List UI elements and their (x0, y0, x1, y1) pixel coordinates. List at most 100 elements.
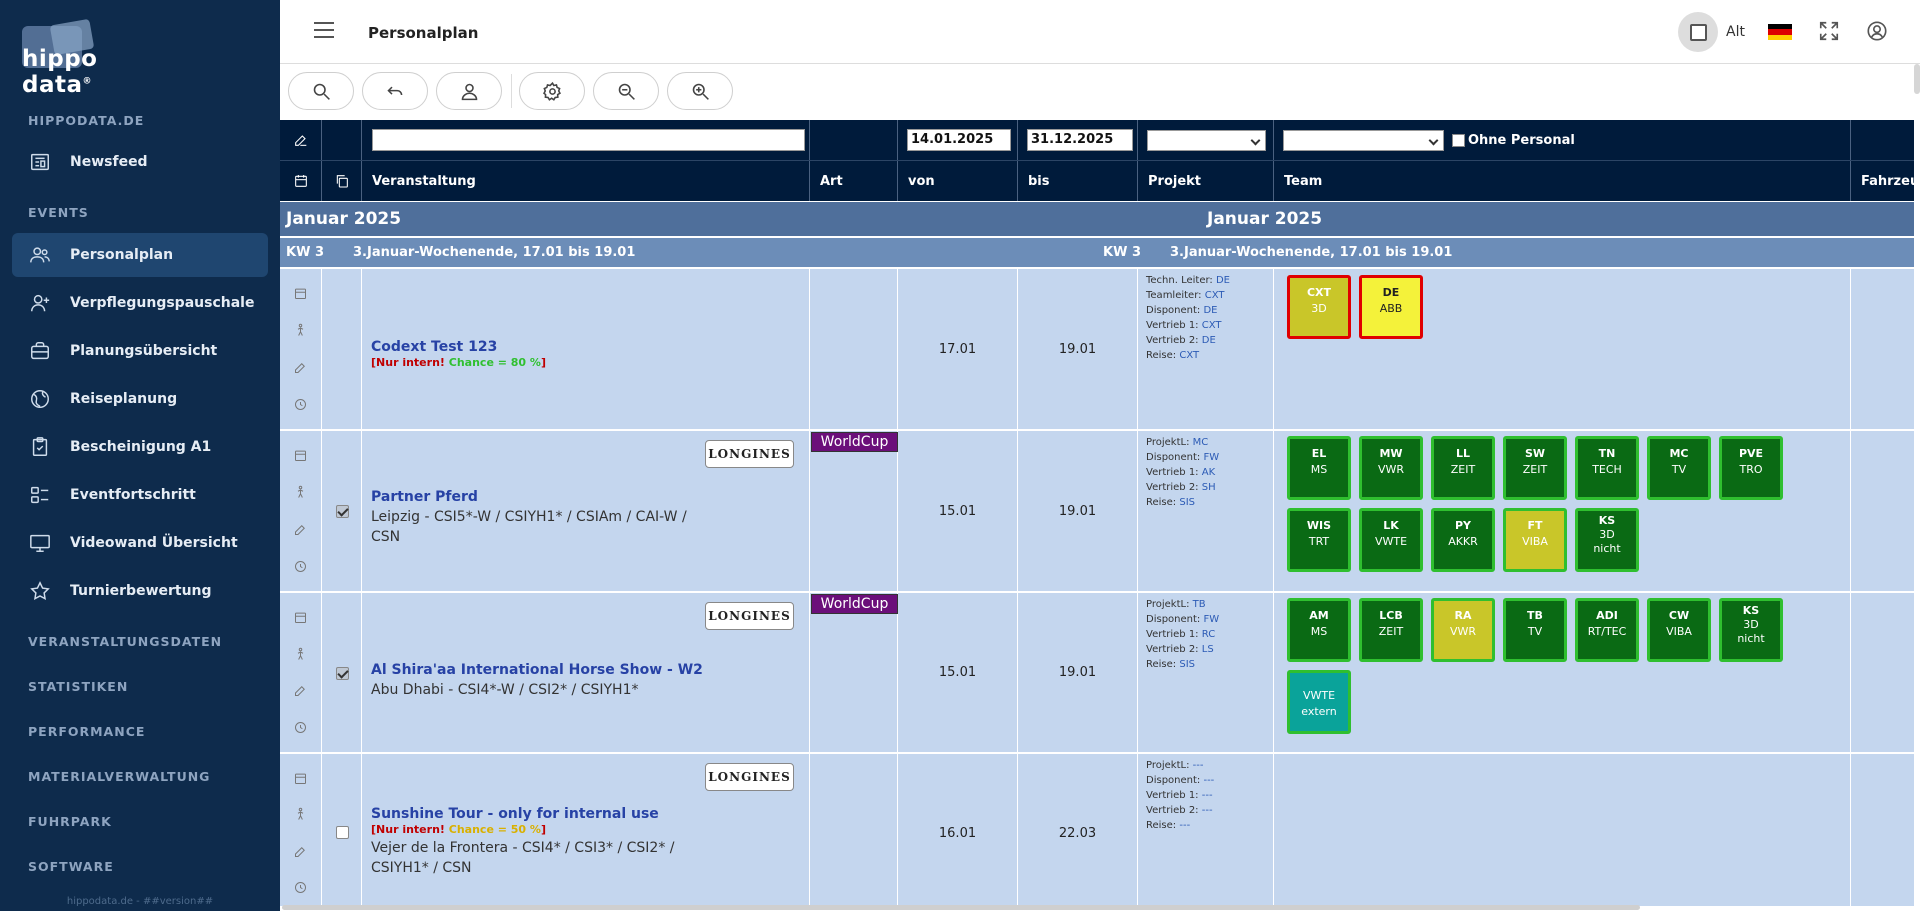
team-tile[interactable]: DE ABB (1359, 275, 1423, 339)
user-account-icon[interactable] (1866, 20, 1888, 42)
team-tile[interactable]: TN TECH (1575, 436, 1639, 500)
team-select[interactable] (1283, 129, 1444, 151)
team-tile[interactable]: PVE TRO (1719, 436, 1783, 500)
team-tile[interactable]: RA VWR (1431, 598, 1495, 662)
horizontal-scrollbar[interactable] (282, 905, 1640, 910)
col-fahrzeug[interactable]: Fahrzeu (1851, 161, 1914, 201)
team-tile[interactable]: VWTE extern (1287, 670, 1351, 734)
col-team[interactable]: Team (1274, 161, 1851, 201)
team-tile[interactable]: SW ZEIT (1503, 436, 1567, 500)
person-walking-icon[interactable] (293, 485, 308, 500)
sidebar-item-videowand[interactable]: Videowand Übersicht (12, 521, 268, 565)
menu-icon[interactable] (314, 22, 334, 38)
row-checkbox[interactable] (336, 505, 349, 518)
zoom-in-button[interactable] (667, 72, 733, 110)
team-tile[interactable]: WIS TRT (1287, 508, 1351, 572)
alt-checkbox[interactable] (1689, 23, 1707, 41)
table-row[interactable]: LONGINES Partner Pferd Leipzig - CSI5*-W… (280, 431, 1914, 593)
section-fuhrpark[interactable]: FUHRPARK (28, 814, 112, 829)
calendar-icon[interactable] (293, 286, 308, 301)
table-row[interactable]: Codext Test 123 [Nur intern! Chance = 80… (280, 269, 1914, 431)
team-tile[interactable]: KS 3D nicht (1719, 598, 1783, 662)
team-tile[interactable]: CXT 3D (1287, 275, 1351, 339)
team-tile[interactable]: PY AKKR (1431, 508, 1495, 572)
sidebar-item-bescheinigung[interactable]: Bescheinigung A1 (12, 425, 268, 469)
person-walking-icon[interactable] (293, 323, 308, 338)
row-checkbox[interactable] (336, 826, 349, 839)
table-row[interactable]: LONGINES Al Shira'aa International Horse… (280, 593, 1914, 754)
calendar-icon[interactable] (293, 771, 308, 786)
sidebar-item-turnier[interactable]: Turnierbewertung (12, 569, 268, 613)
sidebar-item-personalplan[interactable]: Personalplan (12, 233, 268, 277)
row-checkbox[interactable] (336, 667, 349, 680)
edit-icon[interactable] (293, 360, 308, 375)
search-button[interactable] (288, 72, 354, 110)
history-icon[interactable] (293, 720, 308, 735)
calendar-icon[interactable] (293, 610, 308, 625)
team-tile[interactable]: LCB ZEIT (1359, 598, 1423, 662)
von-date-input[interactable]: 14.01.2025 (907, 129, 1011, 151)
vertical-scrollbar[interactable] (1914, 64, 1920, 94)
edit-icon[interactable] (293, 522, 308, 537)
edit-icon[interactable] (293, 844, 308, 859)
person-button[interactable] (436, 72, 502, 110)
ohne-personal-filter[interactable]: Ohne Personal (1452, 133, 1575, 148)
section-software[interactable]: SOFTWARE (28, 859, 114, 874)
team-tile[interactable]: EL MS (1287, 436, 1351, 500)
history-icon[interactable] (293, 880, 308, 895)
team-tile[interactable]: LK VWTE (1359, 508, 1423, 572)
col-bis[interactable]: bis (1018, 161, 1138, 201)
team-tile[interactable]: MW VWR (1359, 436, 1423, 500)
col-veranstaltung[interactable]: Veranstaltung (362, 161, 810, 201)
section-statistiken[interactable]: STATISTIKEN (28, 679, 128, 694)
event-title[interactable]: Codext Test 123 (371, 339, 809, 355)
calendar-edit-icon[interactable] (280, 161, 322, 201)
team-tile[interactable]: LL ZEIT (1431, 436, 1495, 500)
col-art[interactable]: Art (810, 161, 898, 201)
undo-button[interactable] (362, 72, 428, 110)
german-flag-icon[interactable] (1768, 24, 1792, 40)
settings-button[interactable] (519, 72, 585, 110)
event-title[interactable]: Sunshine Tour - only for internal use (371, 806, 809, 822)
bis-date-input[interactable]: 31.12.2025 (1027, 129, 1133, 151)
ohne-personal-checkbox[interactable] (1452, 133, 1465, 147)
section-hippodata: HIPPODATA.DE (28, 113, 145, 128)
event-title[interactable]: Al Shira'aa International Horse Show - W… (371, 662, 809, 678)
team-tile[interactable]: ADI RT/TEC (1575, 598, 1639, 662)
veranstaltung-filter-input[interactable] (372, 129, 805, 151)
sidebar-item-planung[interactable]: Planungsübersicht (12, 329, 268, 373)
event-title[interactable]: Partner Pferd (371, 489, 809, 505)
sidebar-item-reise[interactable]: Reiseplanung (12, 377, 268, 421)
history-icon[interactable] (293, 397, 308, 412)
zoom-out-button[interactable] (593, 72, 659, 110)
person-walking-icon[interactable] (293, 807, 308, 822)
edit-icon[interactable] (280, 120, 322, 160)
team-tile[interactable]: FT VIBA (1503, 508, 1567, 572)
section-materialverwaltung[interactable]: MATERIALVERWALTUNG (28, 769, 210, 784)
logo[interactable]: hippo data® (22, 18, 137, 98)
team-tile[interactable]: CW VIBA (1647, 598, 1711, 662)
topbar: Personalplan Alt (280, 0, 1920, 64)
copy-icon[interactable] (322, 161, 362, 201)
team-tile[interactable]: KS 3D nicht (1575, 508, 1639, 572)
person-walking-icon[interactable] (293, 647, 308, 662)
sidebar-item-verpflegung[interactable]: Verpflegungspauschale (12, 281, 268, 325)
fullscreen-icon[interactable] (1818, 20, 1840, 42)
team-tile[interactable]: MC TV (1647, 436, 1711, 500)
projekt-select[interactable] (1147, 129, 1266, 151)
col-projekt[interactable]: Projekt (1138, 161, 1274, 201)
calendar-icon[interactable] (293, 448, 308, 463)
fahrzeug-cell (1851, 269, 1914, 429)
sidebar-item-newsfeed[interactable]: Newsfeed (12, 140, 268, 184)
section-performance[interactable]: PERFORMANCE (28, 724, 145, 739)
alt-toggle[interactable]: Alt (1678, 12, 1745, 52)
team-tile[interactable]: TB TV (1503, 598, 1567, 662)
col-von[interactable]: von (898, 161, 1018, 201)
section-veranstaltungsdaten[interactable]: VERANSTALTUNGSDATEN (28, 634, 222, 649)
row-actions (280, 754, 322, 906)
team-tile[interactable]: AM MS (1287, 598, 1351, 662)
edit-icon[interactable] (293, 683, 308, 698)
table-row[interactable]: LONGINES Sunshine Tour - only for intern… (280, 754, 1914, 906)
sidebar-item-eventfortschritt[interactable]: Eventfortschritt (12, 473, 268, 517)
history-icon[interactable] (293, 559, 308, 574)
